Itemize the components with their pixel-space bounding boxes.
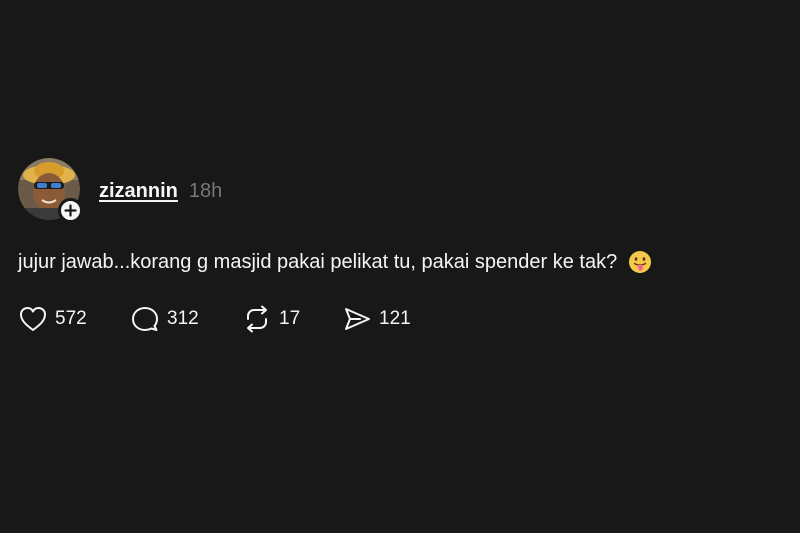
avatar-container[interactable]: [18, 158, 83, 223]
post-timestamp: 18h: [188, 179, 223, 202]
repost-count: 17: [279, 308, 301, 329]
heart-icon: [20, 307, 46, 331]
post-text: jujur jawab...korang g masjid pakai peli…: [18, 251, 618, 273]
reply-button[interactable]: 312: [130, 305, 242, 333]
share-button[interactable]: 121: [342, 305, 432, 333]
like-button[interactable]: 572: [18, 305, 130, 333]
post-actions: 572 312 17 121: [18, 305, 793, 333]
comment-icon: [132, 307, 158, 331]
follow-button[interactable]: [58, 198, 83, 223]
like-count: 572: [55, 308, 87, 329]
repost-icon: [247, 305, 267, 333]
thread-post: zizannin 18h jujur jawab...korang g masj…: [18, 158, 793, 333]
share-count: 121: [379, 308, 411, 329]
tongue-emoji-icon: [629, 251, 652, 273]
plus-icon: [64, 204, 77, 217]
reply-count: 312: [167, 308, 199, 329]
post-header: zizannin 18h: [18, 158, 793, 223]
username-link[interactable]: zizannin: [99, 180, 178, 203]
post-body: jujur jawab...korang g masjid pakai peli…: [18, 249, 793, 275]
send-icon: [345, 308, 370, 330]
repost-button[interactable]: 17: [242, 305, 342, 333]
